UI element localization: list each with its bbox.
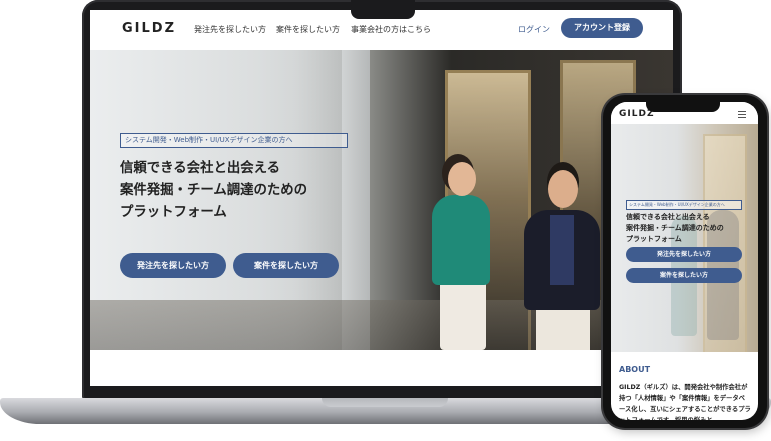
mobile-find-vendor-button[interactable]: 発注先を探したい方 xyxy=(626,247,742,262)
mobile-hero-headline-line: プラットフォーム xyxy=(626,235,682,243)
hero-headline: 信頼できる会社と出会える 案件発掘・チーム調達のための プラットフォーム xyxy=(120,158,307,224)
find-vendor-button[interactable]: 発注先を探したい方 xyxy=(120,253,226,278)
hero-photo-man xyxy=(536,305,590,350)
find-projects-button[interactable]: 案件を探したい方 xyxy=(233,253,339,278)
hero-headline-line: 信頼できる会社と出会える xyxy=(120,161,281,176)
nav-find-projects[interactable]: 案件を探したい方 xyxy=(276,24,340,35)
hamburger-menu-icon[interactable] xyxy=(738,111,746,118)
hero-tagline: システム開発・Web制作・UI/UXデザイン企業の方へ xyxy=(120,133,348,148)
mobile-hero-tagline: システム開発・Web制作・UI/UXデザイン企業の方へ xyxy=(626,200,742,210)
phone-notch xyxy=(646,101,720,112)
mobile-hero-headline-line: 案件発掘・チーム調達のための xyxy=(626,224,724,232)
hero-section: システム開発・Web制作・UI/UXデザイン企業の方へ 信頼できる会社と出会える… xyxy=(90,50,673,350)
laptop-screen: GILDZ 発注先を探したい方 案件を探したい方 事業会社の方はこちら ログイン… xyxy=(90,10,673,386)
site-logo[interactable]: GILDZ xyxy=(122,21,176,36)
about-heading: ABOUT xyxy=(619,365,651,374)
mobile-hero-headline-line: 信頼できる会社と出会える xyxy=(626,213,710,221)
hero-photo-woman xyxy=(448,162,476,196)
hero-photo-man xyxy=(548,170,578,208)
hero-photo-man xyxy=(550,215,574,285)
hero-headline-line: プラットフォーム xyxy=(120,205,227,220)
login-link[interactable]: ログイン xyxy=(518,24,550,35)
hero-photo-woman xyxy=(440,278,486,350)
mobile-hero-headline: 信頼できる会社と出会える 案件発掘・チーム調達のための プラットフォーム xyxy=(626,212,724,245)
hero-photo-woman xyxy=(432,195,490,285)
phone-screen: GILDZ システム開発・Web制作・UI/UXデザイン企業の方へ 信頼できる会… xyxy=(611,102,758,420)
signup-button[interactable]: アカウント登録 xyxy=(561,18,643,38)
nav-business-companies[interactable]: 事業会社の方はこちら xyxy=(351,24,431,35)
mobile-find-projects-button[interactable]: 案件を探したい方 xyxy=(626,268,742,283)
about-text: GILDZ（ギルズ）は、開発会社や制作会社が持つ「人材情報」や「案件情報」をデー… xyxy=(619,384,751,420)
laptop-camera-notch xyxy=(351,0,415,19)
nav-find-vendor[interactable]: 発注先を探したい方 xyxy=(194,24,266,35)
laptop-base-groove xyxy=(322,398,448,407)
hero-headline-line: 案件発掘・チーム調達のための xyxy=(120,183,308,198)
